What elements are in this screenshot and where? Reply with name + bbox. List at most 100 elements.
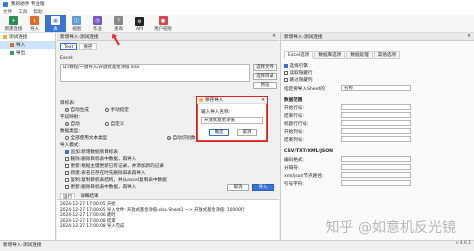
start-row-label: 开始行号: [284,106,304,111]
tab-save[interactable]: 保存 [79,43,97,50]
log-line: 2024-12-27 17:00:08 导入完成 [60,224,125,229]
tree-item-connection[interactable]: 测试连接 [0,33,55,41]
view-button[interactable]: ◫ 视图 [66,15,87,32]
radio-unselected [65,135,69,140]
view-icon: ◫ [72,16,81,25]
info-icon [199,97,203,102]
watermark-text: 知乎 @如意机反光镜 [325,220,456,236]
options-tabs: Excel选项 数据库选项 数据处理 其他选项 [281,51,474,59]
export-icon [10,51,14,55]
hidden-rows-checkbox[interactable]: 读取隐藏行 [284,70,312,76]
mapping-custom-radio[interactable]: 自定义 [105,121,124,127]
sheet-select[interactable]: 名称 [341,85,411,91]
mapping-auto-radio[interactable]: 自动 [65,121,80,127]
close-icon[interactable]: ✕ [272,34,276,39]
target-auto-radio[interactable]: 自动生成 [65,107,89,113]
tab-other-options[interactable]: 其他选项 [373,51,401,59]
skip-hidden-checkbox[interactable]: 跳过隐藏列 [284,77,312,83]
close-icon[interactable]: ✕ [467,34,471,39]
window-title: 我的助手 专业版 [11,2,45,7]
checkbox-unchecked [65,170,69,175]
encoding-select[interactable] [341,156,411,162]
sheet-label: 指定要导入Sheet的 [284,87,325,92]
tab-data-processing[interactable]: 数据处理 [346,51,373,59]
cancel-button[interactable]: 取消 [227,184,249,191]
import-mode-label: 导入模式: [60,143,80,148]
close-icon[interactable]: ✕ [261,98,265,103]
user-permission-button[interactable]: ● 用户权限 [150,15,176,32]
header-row-label: 标题行行号: [284,122,309,127]
checkbox-unchecked [65,156,69,161]
checkbox-unchecked [284,70,288,75]
target-manual-radio[interactable]: 手动指定 [105,107,129,113]
log-tabs: 运行 详细结果 [57,193,279,200]
main-toolbar: + 新建连接 ↓ 导入 ▦ 表 ◫ 视图 ◷ 作业 ? 查询 ⚙ API ● 用户权限 [0,15,474,33]
delimiter-input[interactable] [341,164,411,170]
quote-label: 引号字符: [284,182,304,187]
log-output: 2024-12-27 17:00:05 开始 2024-12-27 17:00:… [57,200,279,240]
menu-file[interactable]: 文件 [3,9,12,15]
end-col-input[interactable] [341,136,411,142]
select-file-button[interactable]: 选择文件 [253,64,277,71]
preview-button[interactable]: 预览 [253,82,277,89]
mode-update-checkbox[interactable]: 更新:根据主键更新已有记录，并添加新的记录 [65,163,164,169]
tab-database-options[interactable]: 数据库选项 [314,51,346,59]
xml-path-input[interactable] [341,172,411,178]
table-button[interactable]: ▦ 表 [45,15,66,32]
tree-item-export[interactable]: 导出 [0,49,55,57]
panel-subtabs: Text 保存 [57,42,279,51]
tab-excel-options[interactable]: Excel选项 [284,51,314,59]
import-submit-button[interactable]: 导入 [252,184,274,191]
end-row-input[interactable] [341,112,411,118]
data-type-label: 数据类型: [60,129,80,134]
xml-path-label: xml/json节点路径: [284,174,324,179]
menu-help[interactable]: 帮助 [33,9,42,15]
menu-tools[interactable]: 工具 [18,9,27,15]
radio-selected [167,135,171,140]
plug-icon: + [9,16,18,25]
import-button[interactable]: ↓ 导入 [24,15,45,32]
header-row-input[interactable] [341,120,411,126]
dialog-ok-button[interactable]: 确定 [209,129,229,136]
tree-item-import[interactable]: 导入 [0,41,55,49]
field-mapping-label: 字段映射: [60,115,80,120]
title-bar: 我的助手 专业版 [0,0,474,8]
mode-delete-checkbox[interactable]: 删除:删除目标表中数据，再导入 [65,156,136,162]
job-icon: ◷ [93,16,102,25]
start-col-input[interactable] [341,128,411,134]
log-tab-detail[interactable]: 详细结果 [78,193,100,199]
dialog-cancel-button[interactable]: 取消 [237,129,257,136]
log-tab-run[interactable]: 运行 [60,193,76,200]
api-button[interactable]: ⚙ API [129,15,150,32]
radio-unselected [105,121,109,126]
tab-text[interactable]: Text [60,43,78,50]
engine-checkbox[interactable]: 选择引擎 [284,63,308,69]
import-name-input[interactable]: 开放式基金净值 [201,117,263,124]
type-all-text-radio[interactable]: 全部使用文本类型 [65,135,107,141]
delimiter-label: 分隔符: [284,166,300,171]
mode-append-checkbox[interactable]: 追加:新增数据到目标表 [65,149,118,155]
new-connection-button[interactable]: + 新建连接 [3,15,24,32]
query-icon: ? [114,16,123,25]
quote-input[interactable] [341,180,411,186]
panel-header: 新增导入-测试连接 ✕ [57,33,279,41]
csv-heading: CSV/TXT/XML/JSON [284,149,333,154]
import-icon: ↓ [30,16,39,25]
data-range-heading: 数据范围 [284,98,303,103]
menu-bar: 文件 工具 帮助 [0,8,474,15]
status-bar: 新增导入-测试连接 [0,240,474,251]
job-button[interactable]: ◷ 作业 [87,15,108,32]
end-col-label: 结束列号: [284,138,304,143]
mode-new-checkbox[interactable]: 新建:表名已存在时先删除旧表再导入 [65,170,146,176]
api-icon: ⚙ [135,17,144,26]
start-row-input[interactable] [341,104,411,110]
mode-copy-checkbox[interactable]: 复制:复制目标表结构，并从excel复制表中数据 [65,177,167,183]
file-path-field[interactable]: D:/教程/一键导入/开放式基金净值.xlsx [60,64,250,82]
checkbox-unchecked [65,163,69,168]
radio-unselected [105,107,109,112]
radio-selected [65,121,69,126]
query-button[interactable]: ? 查询 [108,15,129,32]
mode-update2-checkbox[interactable]: 更新:删除目标表中数据，再导入 [65,184,136,190]
radio-selected [65,107,69,112]
select-dir-button[interactable]: 选择目录 [253,73,277,80]
